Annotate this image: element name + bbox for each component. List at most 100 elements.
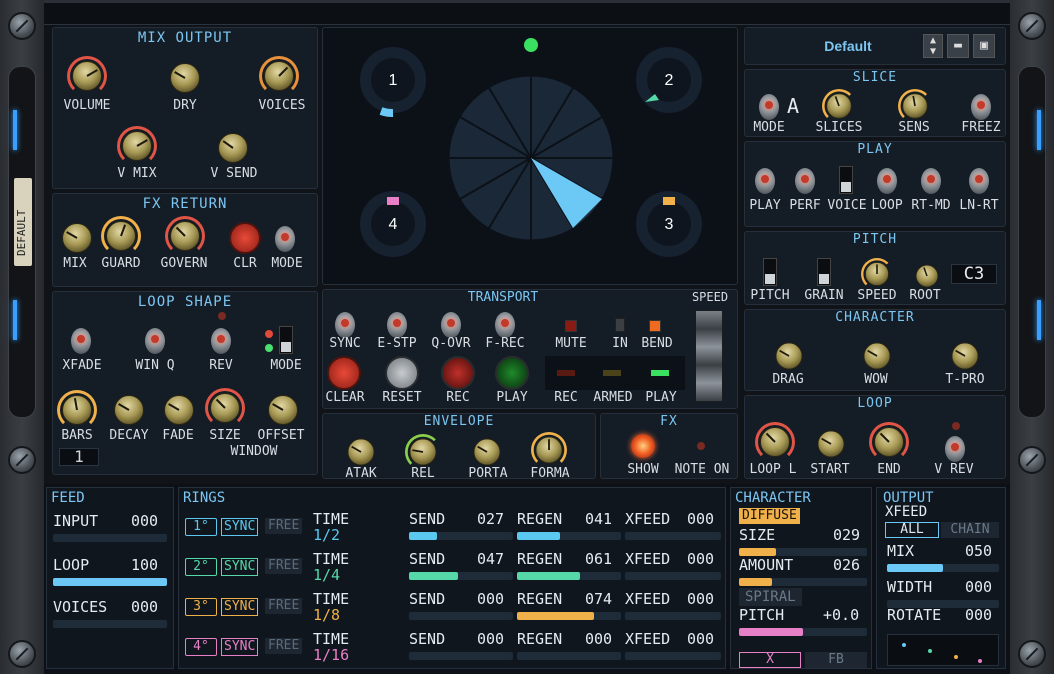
- ring-4-regen-bar[interactable]: [517, 652, 621, 660]
- drag-knob[interactable]: [771, 338, 807, 374]
- wow-knob[interactable]: [859, 338, 895, 374]
- root-note-value[interactable]: C3: [951, 264, 997, 284]
- ring-1-free[interactable]: FREE: [265, 518, 303, 534]
- diffuse-button[interactable]: DIFFUSE: [739, 508, 800, 524]
- ring-3-free[interactable]: FREE: [265, 598, 303, 614]
- amount-value[interactable]: 026: [833, 556, 860, 574]
- preset-arrows-icon[interactable]: ▲ ▼: [923, 34, 943, 58]
- bars-value[interactable]: 1: [59, 448, 99, 466]
- amount-bar[interactable]: [739, 578, 867, 586]
- slice-mode-switch[interactable]: [759, 94, 779, 120]
- ring-3-time-value[interactable]: 1/8: [313, 606, 340, 624]
- bars-knob[interactable]: [57, 390, 97, 430]
- ring-4-send-bar[interactable]: [409, 652, 513, 660]
- rotate-value[interactable]: 000: [965, 606, 992, 624]
- mute-led[interactable]: [565, 320, 577, 332]
- reset-button[interactable]: [385, 356, 419, 390]
- slices-knob[interactable]: [822, 89, 856, 123]
- play-button[interactable]: [495, 356, 529, 390]
- govern-knob[interactable]: [165, 216, 205, 256]
- ring-1-button[interactable]: 1°: [185, 518, 217, 536]
- ring-3-xfeed-bar[interactable]: [625, 612, 721, 620]
- pitch-b-bar[interactable]: [739, 628, 867, 636]
- size-b-bar[interactable]: [739, 548, 867, 556]
- ring-2-button[interactable]: 2°: [185, 558, 217, 576]
- ring-3-xfeed-value[interactable]: 000: [687, 590, 714, 608]
- ring-1-regen-value[interactable]: 041: [585, 510, 612, 528]
- ring-4-send-value[interactable]: 000: [477, 630, 504, 648]
- clear-button[interactable]: [327, 356, 361, 390]
- rel-knob[interactable]: [405, 434, 441, 470]
- ring-1-time-value[interactable]: 1/2: [313, 526, 340, 544]
- sync-switch[interactable]: [335, 312, 355, 338]
- size-b-value[interactable]: 029: [833, 526, 860, 544]
- ring-display[interactable]: 1 2 4 3: [322, 27, 738, 285]
- mix-out-value[interactable]: 050: [965, 542, 992, 560]
- rec-button[interactable]: [441, 356, 475, 390]
- ring-2-send-value[interactable]: 047: [477, 550, 504, 568]
- q-ovr-switch[interactable]: [441, 312, 461, 338]
- ring-3-sync[interactable]: SYNC: [221, 598, 259, 616]
- ring-3-send-bar[interactable]: [409, 612, 513, 620]
- ring-2-free[interactable]: FREE: [265, 558, 303, 574]
- pitch-toggle[interactable]: [763, 258, 777, 286]
- width-value[interactable]: 000: [965, 578, 992, 596]
- feed-loop-value[interactable]: 100: [131, 556, 158, 574]
- loop-mode-toggle[interactable]: [279, 326, 293, 354]
- ring-4-button[interactable]: 4°: [185, 638, 217, 656]
- speed-knob[interactable]: [861, 258, 893, 290]
- dry-knob[interactable]: [165, 58, 205, 98]
- folder-icon[interactable]: ▬: [947, 34, 969, 58]
- feed-loop-bar[interactable]: [53, 578, 167, 586]
- ring-2-sync[interactable]: SYNC: [221, 558, 259, 576]
- ring-3-button[interactable]: 3°: [185, 598, 217, 616]
- v-mix-knob[interactable]: [117, 126, 157, 166]
- xfade-switch[interactable]: [71, 328, 91, 354]
- loop-l-knob[interactable]: [755, 422, 795, 462]
- ring-2-xfeed-value[interactable]: 000: [687, 550, 714, 568]
- fade-knob[interactable]: [159, 390, 199, 430]
- decay-knob[interactable]: [109, 390, 149, 430]
- ring-1-xfeed-bar[interactable]: [625, 532, 721, 540]
- end-knob[interactable]: [869, 422, 909, 462]
- f-rec-switch[interactable]: [495, 312, 515, 338]
- fx-mix-knob[interactable]: [57, 218, 97, 258]
- speed-fader[interactable]: [695, 310, 723, 402]
- size-knob[interactable]: [205, 388, 245, 428]
- rt-md-switch[interactable]: [921, 168, 941, 194]
- ring-4-regen-value[interactable]: 000: [585, 630, 612, 648]
- guard-knob[interactable]: [101, 216, 141, 256]
- atak-knob[interactable]: [343, 434, 379, 470]
- ring-4-xfeed-value[interactable]: 000: [687, 630, 714, 648]
- spiral-button[interactable]: SPIRAL: [739, 588, 802, 606]
- show-fx-button[interactable]: [631, 434, 655, 458]
- ring-2-xfeed-bar[interactable]: [625, 572, 721, 580]
- offset-knob[interactable]: [263, 390, 303, 430]
- fx-mode-switch[interactable]: [275, 226, 295, 252]
- feed-input-bar[interactable]: [53, 534, 167, 542]
- sens-knob[interactable]: [898, 89, 932, 123]
- win-q-switch[interactable]: [145, 328, 165, 354]
- grain-toggle[interactable]: [817, 258, 831, 286]
- t-pro-knob[interactable]: [947, 338, 983, 374]
- ring-1-xfeed-value[interactable]: 000: [687, 510, 714, 528]
- save-icon[interactable]: ▣: [973, 34, 995, 58]
- rev-switch[interactable]: [211, 328, 231, 354]
- play-switch[interactable]: [755, 168, 775, 194]
- clear-fx-button[interactable]: [229, 222, 261, 254]
- preset-side-tab[interactable]: DEFAULT: [14, 178, 32, 266]
- feed-voices-value[interactable]: 000: [131, 598, 158, 616]
- pitch-b-value[interactable]: +0.0: [823, 606, 859, 624]
- ln-rt-switch[interactable]: [969, 168, 989, 194]
- x-button[interactable]: X: [739, 652, 801, 668]
- ring-3-regen-bar[interactable]: [517, 612, 621, 620]
- loop-play-switch[interactable]: [877, 168, 897, 194]
- ring-4-sync[interactable]: SYNC: [221, 638, 259, 656]
- ring-3-send-value[interactable]: 000: [477, 590, 504, 608]
- ring-2-time-value[interactable]: 1/4: [313, 566, 340, 584]
- xfeed-chain-button[interactable]: CHAIN: [941, 522, 999, 538]
- preset-name[interactable]: Default: [773, 38, 923, 54]
- mix-out-bar[interactable]: [887, 564, 999, 572]
- ring-1-regen-bar[interactable]: [517, 532, 621, 540]
- perf-switch[interactable]: [795, 168, 815, 194]
